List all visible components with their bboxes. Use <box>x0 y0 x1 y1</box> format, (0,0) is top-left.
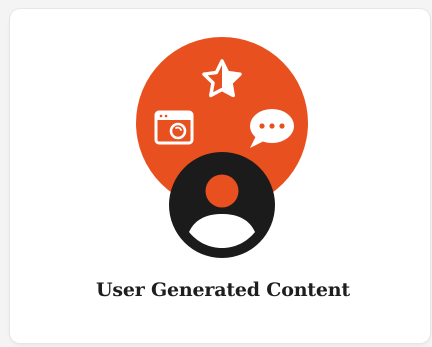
card-title: User Generated Content <box>96 279 350 301</box>
user-avatar-icon <box>169 152 275 258</box>
ugc-illustration <box>136 37 308 258</box>
